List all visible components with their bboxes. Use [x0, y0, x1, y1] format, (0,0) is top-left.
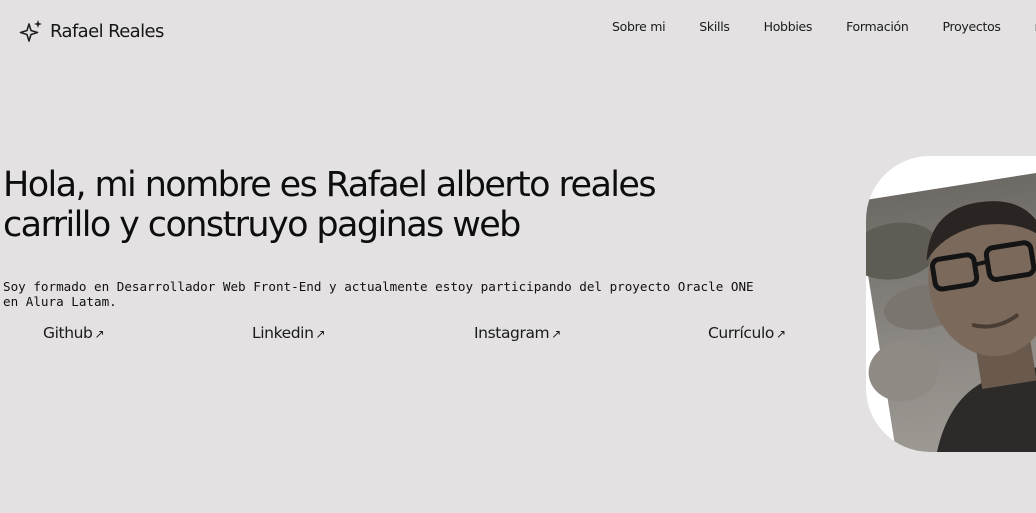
- profile-photo-frame: [866, 156, 1036, 452]
- curriculo-link-label: Currículo: [708, 324, 774, 342]
- nav-item-proyectos[interactable]: Proyectos: [942, 19, 1000, 34]
- hero-intro-line2: en Alura Latam.: [3, 293, 117, 309]
- sparkles-icon: [19, 20, 42, 42]
- instagram-link[interactable]: Instagram ↗: [474, 324, 561, 342]
- github-link-label: Github: [43, 324, 93, 342]
- linkedin-link-label: Linkedin: [252, 324, 314, 342]
- external-link-arrow-icon: ↗: [775, 327, 786, 341]
- portfolio-page: Rafael Reales Sobre mi Skills Hobbies Fo…: [0, 0, 1036, 513]
- hero-headline-line1: Hola, mi nombre es Rafael alberto reales: [3, 165, 657, 205]
- hero-intro: Soy formado en Desarrollador Web Front-E…: [3, 279, 843, 309]
- nav-item-hobbies[interactable]: Hobbies: [764, 19, 813, 34]
- curriculo-link[interactable]: Currículo ↗: [708, 324, 786, 342]
- external-link-arrow-icon: ↗: [315, 327, 326, 341]
- profile-photo: [866, 160, 1036, 452]
- nav-item-formacion[interactable]: Formación: [846, 19, 909, 34]
- instagram-link-label: Instagram: [474, 324, 550, 342]
- brand-name: Rafael Reales: [50, 20, 164, 42]
- nav-item-skills[interactable]: Skills: [699, 19, 730, 34]
- top-nav: Sobre mi Skills Hobbies Formación Proyec…: [612, 19, 1036, 34]
- external-link-arrow-icon: ↗: [94, 327, 105, 341]
- hero-headline-line2: carrillo y construyo paginas web: [3, 205, 521, 245]
- github-link[interactable]: Github ↗: [43, 324, 105, 342]
- hero-intro-line1: Soy formado en Desarrollador Web Front-E…: [3, 279, 754, 294]
- external-link-arrow-icon: ↗: [551, 327, 561, 341]
- linkedin-link[interactable]: Linkedin ↗: [252, 324, 326, 342]
- brand-logo[interactable]: Rafael Reales: [19, 18, 164, 44]
- hero-headline: Hola, mi nombre es Rafael alberto reales…: [3, 165, 803, 245]
- nav-item-sobre-mi[interactable]: Sobre mi: [612, 19, 666, 34]
